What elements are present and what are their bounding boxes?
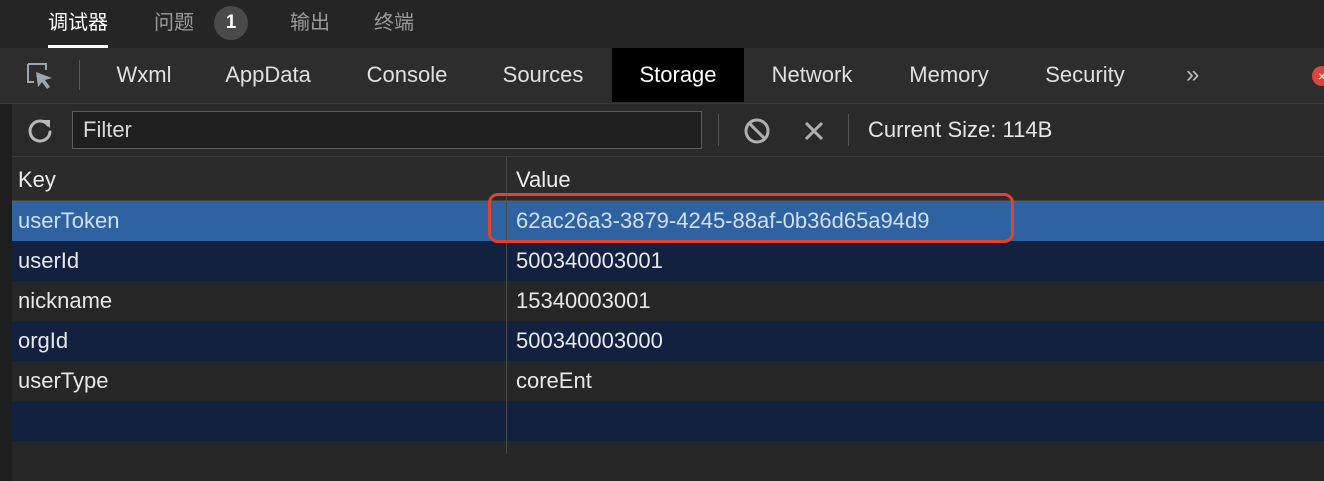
table-row[interactable]: userId 500340003001 <box>12 241 1324 281</box>
toolbar-divider <box>79 60 80 90</box>
problems-count-badge: 1 <box>214 6 248 40</box>
close-icon[interactable] <box>799 116 829 146</box>
empty-row <box>12 401 1324 441</box>
tab-security[interactable]: Security <box>1026 48 1144 102</box>
row-key: userToken <box>18 208 120 233</box>
tab-output[interactable]: 输出 <box>290 0 330 48</box>
toolbar-divider <box>718 114 719 146</box>
tab-wxml[interactable]: Wxml <box>98 48 190 102</box>
tab-storage[interactable]: Storage <box>612 48 744 102</box>
table-row[interactable]: nickname 15340003001 <box>12 281 1324 321</box>
row-value: 500340003001 <box>516 248 663 273</box>
block-icon[interactable] <box>742 116 772 146</box>
storage-table: Key Value userToken 62ac26a3-3879-4245-8… <box>12 157 1324 481</box>
tab-memory[interactable]: Memory <box>890 48 1008 102</box>
tab-sources[interactable]: Sources <box>484 48 602 102</box>
left-gutter <box>0 48 12 454</box>
row-value: 500340003000 <box>516 328 663 353</box>
column-header-key[interactable]: Key <box>18 157 56 201</box>
toolbar-divider <box>848 114 849 146</box>
more-tabs-chevron-icon[interactable]: » <box>1186 48 1199 102</box>
tab-debugger[interactable]: 调试器 <box>48 0 108 48</box>
highlight-annotation <box>488 193 1014 243</box>
row-key: orgId <box>18 328 69 353</box>
tab-network[interactable]: Network <box>752 48 872 102</box>
tab-problems[interactable]: 问题 <box>154 0 194 48</box>
table-row[interactable]: userType coreEnt <box>12 361 1324 401</box>
row-value: 15340003001 <box>516 288 651 313</box>
table-row[interactable]: orgId 500340003000 <box>12 321 1324 361</box>
row-value: coreEnt <box>516 368 592 393</box>
devtools-tab-bar: Wxml AppData Console Sources Storage Net… <box>0 48 1324 104</box>
tab-terminal[interactable]: 终端 <box>374 0 414 48</box>
filter-input[interactable] <box>72 111 702 149</box>
tab-appdata[interactable]: AppData <box>206 48 330 102</box>
top-panel-tabs: 调试器 问题 1 输出 终端 <box>0 0 1324 48</box>
inspect-cursor-icon[interactable] <box>24 60 56 92</box>
tab-console[interactable]: Console <box>348 48 466 102</box>
row-key: userType <box>18 368 109 393</box>
row-key: userId <box>18 248 80 273</box>
storage-toolbar: Current Size: 114B <box>12 104 1324 157</box>
row-key: nickname <box>18 288 113 313</box>
current-size-label: Current Size: 114B <box>868 117 1053 142</box>
empty-row <box>12 441 1324 481</box>
refresh-icon[interactable] <box>26 116 54 144</box>
